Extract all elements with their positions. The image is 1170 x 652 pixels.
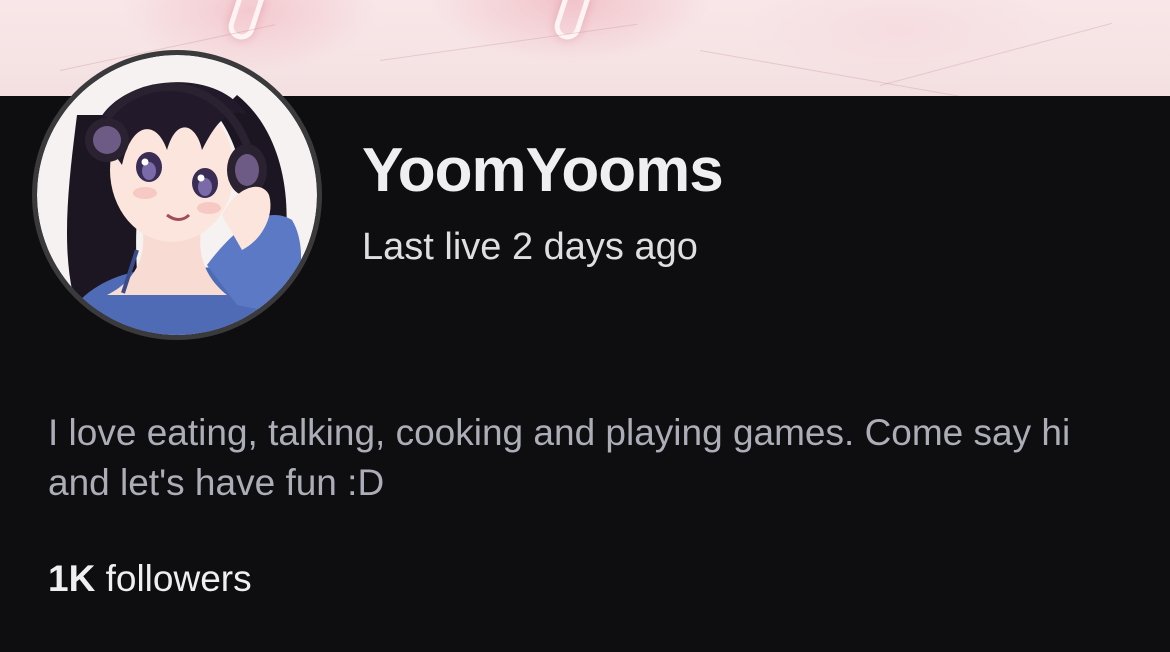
followers-label: followers xyxy=(105,558,252,599)
banner-decoration xyxy=(551,0,591,43)
banner-streak xyxy=(699,50,996,96)
last-live-status: Last live 2 days ago xyxy=(362,226,698,268)
channel-avatar[interactable] xyxy=(32,50,322,340)
banner-streak xyxy=(879,22,1112,86)
anime-girl-avatar-icon xyxy=(37,55,317,335)
followers-count[interactable]: 1K followers xyxy=(48,556,252,602)
followers-number: 1K xyxy=(48,558,96,599)
banner-streak xyxy=(379,23,638,61)
channel-bio: I love eating, talking, cooking and play… xyxy=(48,412,1071,503)
banner-decoration xyxy=(225,0,265,43)
channel-name[interactable]: YoomYooms xyxy=(362,135,724,207)
